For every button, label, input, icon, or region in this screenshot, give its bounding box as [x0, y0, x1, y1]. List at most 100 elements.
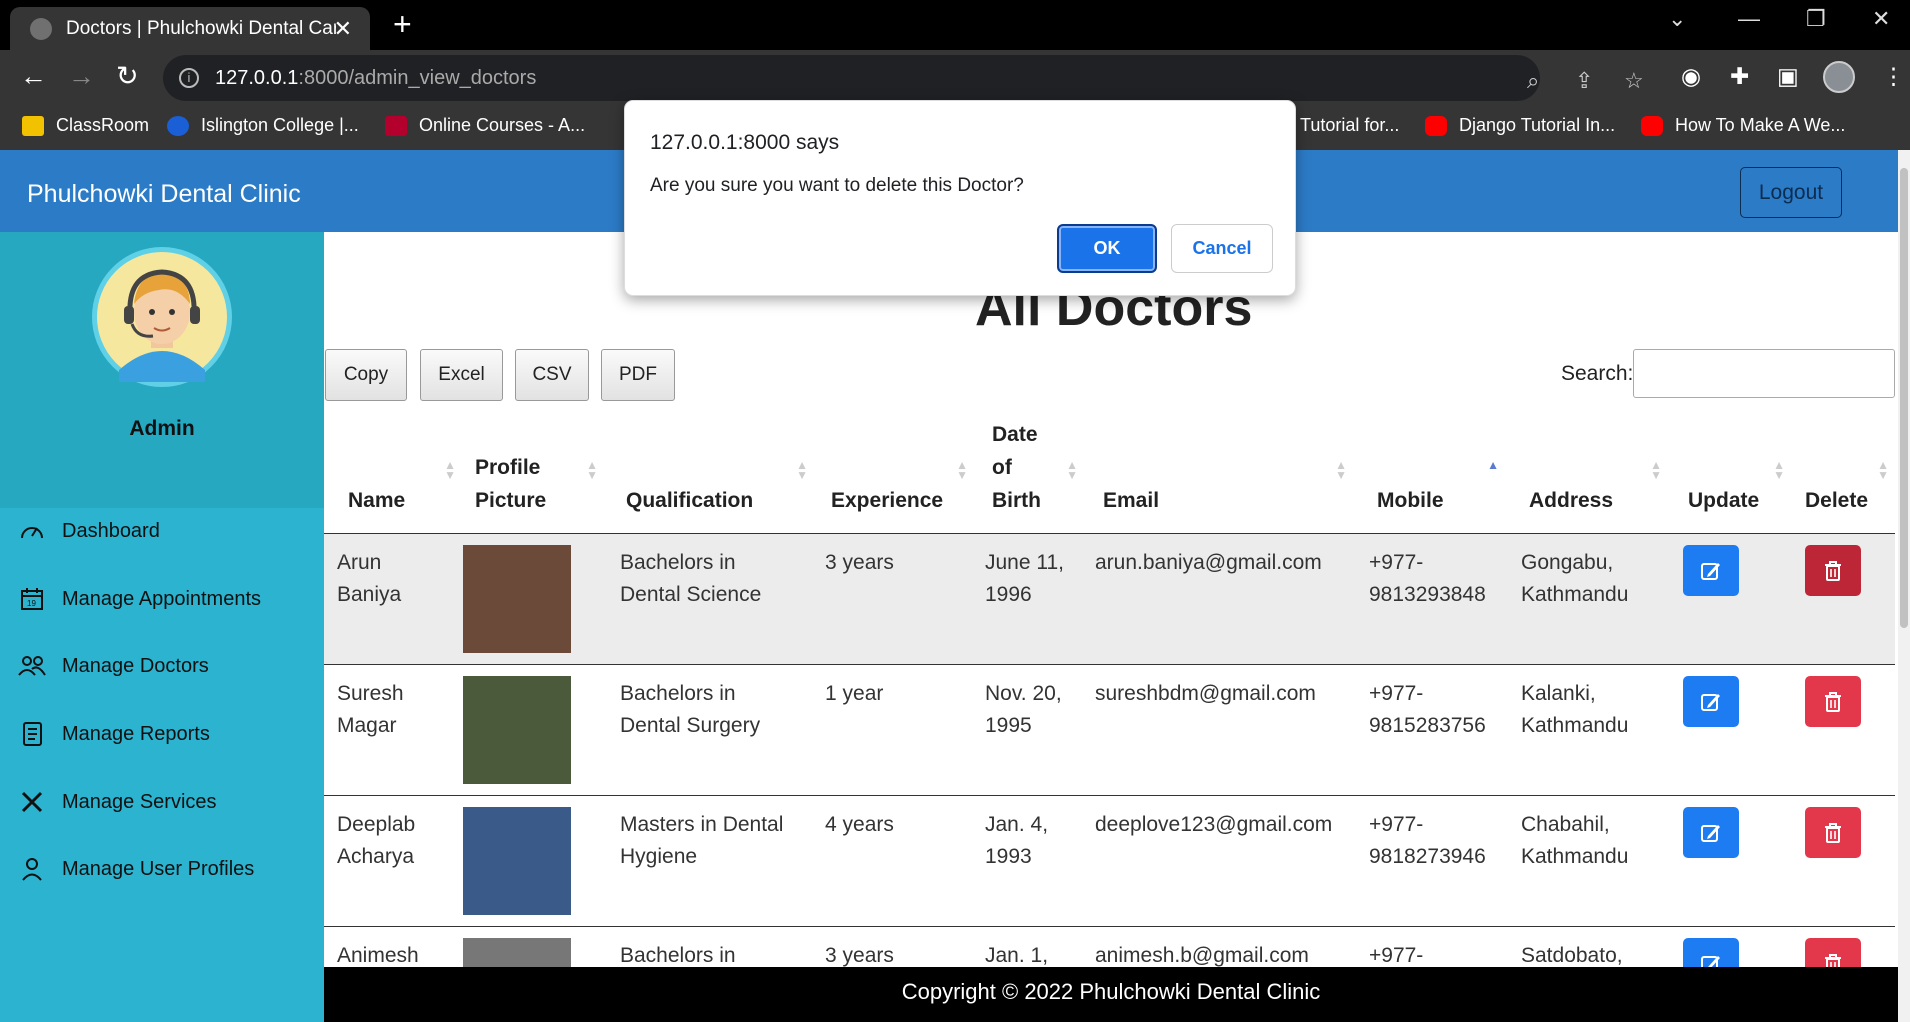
- address-bar[interactable]: i 127.0.0.1:8000/admin_view_doctors ⌕ ⇪ …: [163, 55, 1644, 101]
- sidebar-item-label: Dashboard: [62, 519, 160, 542]
- sidebar-item-label: Manage Doctors: [62, 654, 209, 677]
- col-header-update[interactable]: Update ▲ ▼: [1668, 418, 1791, 534]
- delete-button[interactable]: [1805, 545, 1861, 596]
- sidebar-item-label: Manage Services: [62, 790, 217, 813]
- extension-icon[interactable]: ◉: [1681, 63, 1701, 90]
- sidepanel-icon[interactable]: ▣: [1777, 63, 1799, 90]
- logout-button[interactable]: Logout: [1740, 167, 1842, 218]
- cell-delete: [1791, 795, 1895, 927]
- svg-text:19: 19: [27, 599, 36, 608]
- share-icon[interactable]: ⇪: [1575, 68, 1593, 94]
- bookmark-star-icon[interactable]: ☆: [1624, 68, 1644, 94]
- sidebar-item-doctors[interactable]: Manage Doctors: [18, 652, 209, 680]
- bookmark-label: Tutorial for...: [1300, 115, 1400, 135]
- browser-toolbar: ← → ↻ i 127.0.0.1:8000/admin_view_doctor…: [0, 50, 1910, 106]
- cell-date-of-birth: Nov. 20, 1995: [974, 664, 1084, 796]
- col-header-date-of-birth[interactable]: Date of Birth ▲ ▼: [974, 418, 1084, 534]
- table-row: Arun Baniya Bachelors in Dental Science 3 …: [324, 533, 1895, 665]
- zoom-icon[interactable]: ⌕: [1527, 68, 1539, 94]
- col-header-qualification[interactable]: Qualification ▲ ▼: [604, 418, 814, 534]
- sidebar-item-dashboard[interactable]: Dashboard: [18, 517, 160, 545]
- col-header-address[interactable]: Address ▲ ▼: [1505, 418, 1668, 534]
- cell-qualification: Bachelors in Dental Science: [604, 533, 814, 665]
- sidebar-item-label: Manage Reports: [62, 722, 210, 745]
- excel-button[interactable]: Excel: [420, 349, 503, 401]
- tab-title: Doctors | Phulchowki Dental Care: [66, 17, 336, 39]
- bookmark-item[interactable]: How To Make A We...: [1641, 115, 1845, 136]
- bookmark-item[interactable]: Islington College |...: [167, 115, 359, 136]
- column-label: Experience: [831, 489, 944, 512]
- profile-avatar[interactable]: [1823, 61, 1855, 93]
- csv-button[interactable]: CSV: [515, 349, 589, 401]
- sidebar-item-appointments[interactable]: 19 Manage Appointments: [18, 585, 261, 613]
- bookmark-item[interactable]: ClassRoom: [22, 115, 149, 136]
- sort-icon: ▲ ▼: [444, 458, 456, 482]
- bookmark-item[interactable]: Online Courses - A...: [385, 115, 585, 136]
- globe-icon: [30, 17, 52, 40]
- col-header-email[interactable]: Email ▲ ▼: [1084, 418, 1353, 534]
- reload-icon[interactable]: ↻: [116, 61, 139, 92]
- update-button[interactable]: [1683, 676, 1739, 727]
- sidebar-item-label: Manage User Profiles: [62, 857, 255, 880]
- col-header-name[interactable]: Name ▲ ▼: [324, 418, 462, 534]
- sidebar-item-reports[interactable]: Manage Reports: [18, 720, 210, 748]
- admin-avatar: [92, 247, 232, 387]
- browser-tab-bar: Doctors | Phulchowki Dental Care ✕ + ⌄ —…: [0, 0, 1910, 50]
- column-label: Name: [348, 489, 406, 512]
- col-header-experience[interactable]: Experience ▲ ▼: [814, 418, 974, 534]
- copy-button[interactable]: Copy: [325, 349, 407, 401]
- tab-search-icon[interactable]: ⌄: [1668, 6, 1686, 32]
- col-header-delete[interactable]: Delete ▲ ▼: [1791, 418, 1895, 534]
- ok-button[interactable]: OK: [1057, 224, 1157, 273]
- sort-icon: ▲ ▼: [796, 458, 808, 482]
- delete-button[interactable]: [1805, 807, 1861, 858]
- cell-update: [1668, 664, 1791, 796]
- browser-tab[interactable]: Doctors | Phulchowki Dental Care ✕: [10, 7, 370, 50]
- sidebar: Admin Dashboard 19 Manage Appointments M…: [0, 232, 324, 1022]
- confirm-dialog: 127.0.0.1:8000 says Are you sure you wan…: [624, 100, 1296, 296]
- puzzle-icon[interactable]: ✚: [1730, 63, 1749, 90]
- sort-icon: ▲ ▼: [1773, 458, 1785, 482]
- new-tab-icon[interactable]: +: [393, 6, 412, 43]
- search-input[interactable]: [1633, 349, 1895, 398]
- column-label: Profile Picture: [475, 456, 547, 512]
- site-info-icon[interactable]: i: [179, 68, 199, 88]
- close-tab-icon[interactable]: ✕: [334, 16, 352, 42]
- close-window-icon[interactable]: ✕: [1872, 6, 1890, 32]
- update-button[interactable]: [1683, 545, 1739, 596]
- cell-profile-picture: [462, 664, 604, 796]
- update-button[interactable]: [1683, 807, 1739, 858]
- col-header-mobile[interactable]: Mobile ▲: [1353, 418, 1505, 534]
- brand-title[interactable]: Phulchowki Dental Clinic: [27, 180, 301, 209]
- col-header-profile-picture[interactable]: Profile Picture ▲ ▼: [462, 418, 604, 534]
- forward-icon[interactable]: →: [68, 61, 95, 92]
- cell-name: Suresh Magar: [324, 664, 462, 796]
- cell-mobile: +977-9815283756: [1353, 664, 1505, 796]
- menu-kebab-icon[interactable]: ⋮: [1882, 63, 1905, 90]
- sort-icon: ▲ ▼: [586, 458, 598, 482]
- bookmark-item[interactable]: Tutorial for...: [1300, 115, 1399, 136]
- edit-icon: [1701, 562, 1720, 580]
- cell-mobile: +977-9818273946: [1353, 795, 1505, 927]
- restore-icon[interactable]: ❐: [1806, 6, 1826, 32]
- delete-button[interactable]: [1805, 676, 1861, 727]
- bookmark-label: Islington College |...: [201, 115, 359, 135]
- column-label: Delete: [1805, 489, 1869, 512]
- scrollbar-thumb[interactable]: [1900, 168, 1908, 628]
- pdf-button[interactable]: PDF: [601, 349, 675, 401]
- bookmark-item[interactable]: Django Tutorial In...: [1425, 115, 1615, 136]
- person-icon: [18, 855, 46, 883]
- search-label: Search:: [1561, 362, 1634, 385]
- column-label: Address: [1529, 489, 1614, 512]
- sidebar-item-services[interactable]: Manage Services: [18, 788, 217, 816]
- cell-address: Chabahil, Kathmandu: [1505, 795, 1668, 927]
- cell-mobile: +977-9813293848: [1353, 533, 1505, 665]
- cell-email: deeplove123@gmail.com: [1084, 795, 1353, 927]
- tools-icon: [18, 788, 46, 816]
- edit-icon: [1701, 824, 1720, 842]
- minimize-icon[interactable]: —: [1738, 6, 1760, 32]
- trash-icon: [1825, 691, 1841, 712]
- back-icon[interactable]: ←: [20, 61, 47, 92]
- cancel-button[interactable]: Cancel: [1171, 224, 1273, 273]
- sidebar-item-user-profiles[interactable]: Manage User Profiles: [18, 855, 254, 883]
